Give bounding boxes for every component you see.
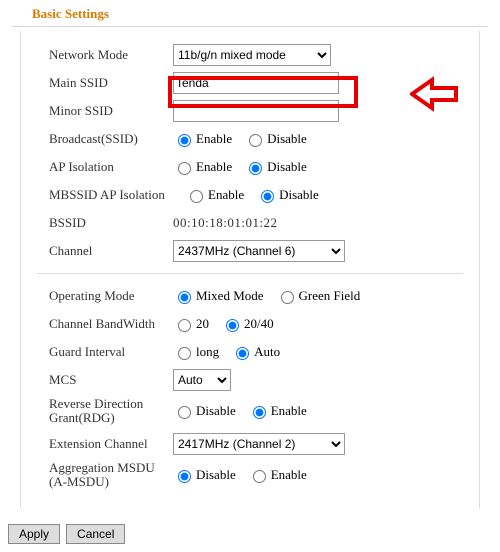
guard-auto[interactable]: Auto (231, 344, 280, 360)
separator (37, 273, 463, 274)
label-channel: Channel (49, 243, 173, 259)
rdg-disable[interactable]: Disable (173, 403, 236, 419)
label-ap-isolation: AP Isolation (49, 159, 173, 175)
label-mbssid-isolation: MBSSID AP Isolation (49, 187, 185, 203)
row-minor-ssid: Minor SSID (49, 97, 451, 125)
label-amsdu: Aggregation MSDU (A-MSDU) (49, 459, 173, 489)
row-main-ssid: Main SSID (49, 69, 451, 97)
page-title: Basic Settings (0, 0, 500, 26)
cancel-button[interactable]: Cancel (66, 524, 125, 544)
mbssid-enable[interactable]: Enable (185, 187, 244, 203)
row-bssid: BSSID 00:10:18:01:01:22 (49, 209, 451, 237)
settings-panel: Network Mode 11b/g/n mixed mode Main SSI… (20, 31, 480, 508)
ap-isolation-enable[interactable]: Enable (173, 159, 232, 175)
row-mcs: MCS Auto (49, 366, 451, 394)
label-main-ssid: Main SSID (49, 75, 173, 91)
bw-20[interactable]: 20 (173, 316, 209, 332)
row-ap-isolation: AP Isolation Enable Disable (49, 153, 451, 181)
row-bandwidth: Channel BandWidth 20 20/40 (49, 310, 451, 338)
page: { "title": "Basic Settings", "labels": {… (0, 0, 500, 552)
bw-2040[interactable]: 20/40 (221, 316, 274, 332)
mbssid-disable[interactable]: Disable (256, 187, 319, 203)
label-bandwidth: Channel BandWidth (49, 316, 173, 332)
row-network-mode: Network Mode 11b/g/n mixed mode (49, 41, 451, 69)
bssid-value: 00:10:18:01:01:22 (173, 215, 278, 231)
rdg-enable[interactable]: Enable (248, 403, 307, 419)
label-operating-mode: Operating Mode (49, 288, 173, 304)
row-broadcast: Broadcast(SSID) Enable Disable (49, 125, 451, 153)
network-mode-select[interactable]: 11b/g/n mixed mode (173, 44, 331, 66)
guard-long[interactable]: long (173, 344, 219, 360)
ext-channel-select[interactable]: 2417MHz (Channel 2) (173, 433, 345, 455)
apply-button[interactable]: Apply (8, 524, 60, 544)
button-bar: Apply Cancel (8, 524, 125, 544)
row-channel: Channel 2437MHz (Channel 6) (49, 237, 451, 265)
label-rdg: Reverse Direction Grant(RDG) (49, 395, 173, 425)
opmode-mixed[interactable]: Mixed Mode (173, 288, 264, 304)
minor-ssid-input[interactable] (173, 100, 339, 122)
row-amsdu: Aggregation MSDU (A-MSDU) Disable Enable (49, 458, 451, 494)
row-guard: Guard Interval long Auto (49, 338, 451, 366)
ap-isolation-disable[interactable]: Disable (244, 159, 307, 175)
label-broadcast: Broadcast(SSID) (49, 131, 173, 147)
row-ext-channel: Extension Channel 2417MHz (Channel 2) (49, 430, 451, 458)
label-ext-channel: Extension Channel (49, 436, 173, 452)
channel-select[interactable]: 2437MHz (Channel 6) (173, 240, 345, 262)
mcs-select[interactable]: Auto (173, 369, 231, 391)
row-rdg: Reverse Direction Grant(RDG) Disable Ena… (49, 394, 451, 430)
title-rule (12, 26, 488, 27)
opmode-green[interactable]: Green Field (276, 288, 361, 304)
broadcast-enable[interactable]: Enable (173, 131, 232, 147)
main-ssid-input[interactable] (173, 72, 339, 94)
label-mcs: MCS (49, 372, 173, 388)
label-bssid: BSSID (49, 215, 173, 231)
label-guard: Guard Interval (49, 344, 173, 360)
label-minor-ssid: Minor SSID (49, 103, 173, 119)
amsdu-enable[interactable]: Enable (248, 467, 307, 483)
label-network-mode: Network Mode (49, 47, 173, 63)
row-operating-mode: Operating Mode Mixed Mode Green Field (49, 282, 451, 310)
broadcast-disable[interactable]: Disable (244, 131, 307, 147)
row-mbssid-isolation: MBSSID AP Isolation Enable Disable (49, 181, 451, 209)
amsdu-disable[interactable]: Disable (173, 467, 236, 483)
